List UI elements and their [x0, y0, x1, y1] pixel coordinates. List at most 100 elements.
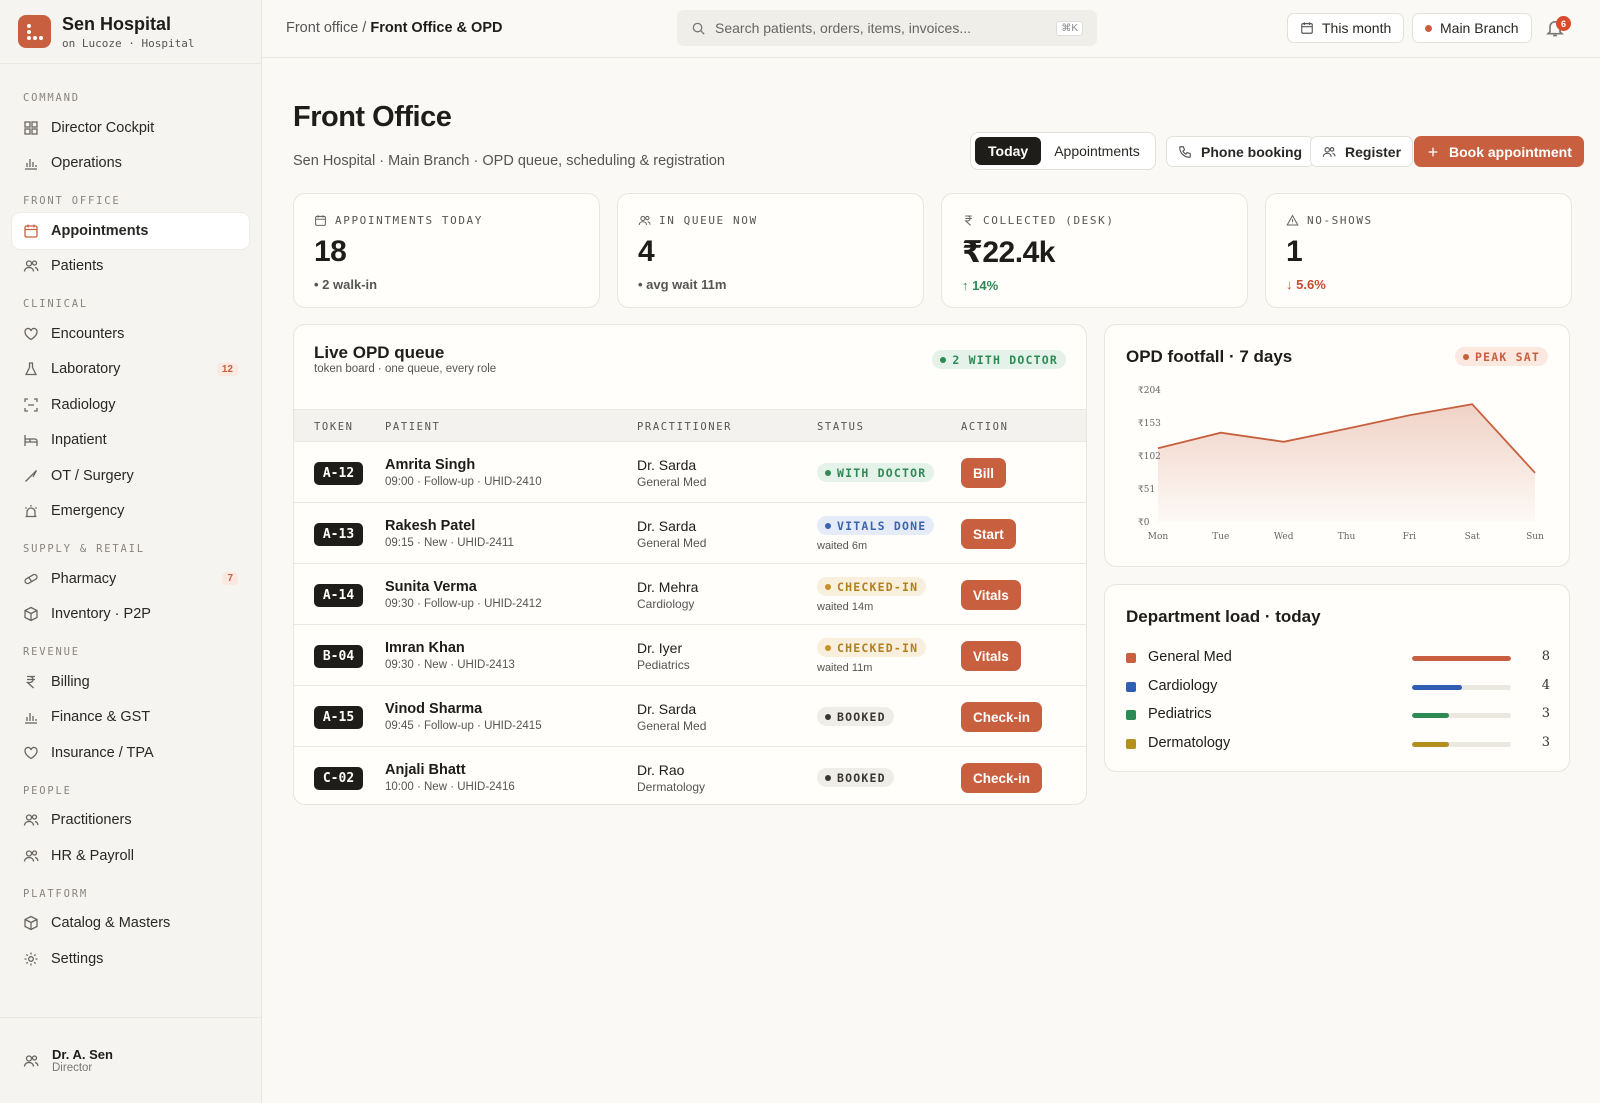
phone-booking-button[interactable]: Phone booking	[1166, 136, 1315, 167]
sidebar-item-radiology[interactable]: Radiology	[12, 387, 249, 423]
status-badge: CHECKED-IN	[817, 577, 927, 596]
queue-table-header: TOKEN PATIENT PRACTITIONER STATUS ACTION	[294, 409, 1086, 442]
book-appointment-button[interactable]: Book appointment	[1414, 136, 1584, 167]
register-button[interactable]: Register	[1310, 136, 1414, 167]
sidebar-item-catalog-masters[interactable]: Catalog & Masters	[12, 906, 249, 942]
practitioner-dept: General Med	[637, 719, 707, 733]
users-icon	[638, 214, 651, 227]
sidebar-item-pharmacy[interactable]: Pharmacy 7	[12, 561, 249, 597]
sidebar-item-encounters[interactable]: Encounters	[12, 316, 249, 352]
table-row[interactable]: B-04 Imran Khan 09:30 · New · UHID-2413 Dr.…	[294, 625, 1086, 686]
sidebar-item-inventory-p2p[interactable]: Inventory · P2P	[12, 597, 249, 633]
stat-label-text: NO-SHOWS	[1307, 214, 1373, 227]
x-tick-label: Sun	[1526, 532, 1544, 542]
user-profile[interactable]: Dr. A. Sen Director	[0, 1017, 261, 1103]
status-badge: BOOKED	[817, 768, 894, 787]
check-in-button[interactable]: Check-in	[961, 702, 1043, 732]
department-load-card: Department load · today General Med 8 Card…	[1104, 584, 1570, 772]
with-doctor-label: 2 WITH DOCTOR	[952, 352, 1058, 367]
sidebar-item-laboratory[interactable]: Laboratory 12	[12, 352, 249, 388]
patient-name[interactable]: Amrita Singh	[385, 457, 475, 473]
department-load-fill	[1412, 741, 1450, 747]
bullet-icon: •	[314, 277, 323, 292]
patient-name[interactable]: Vinod Sharma	[385, 701, 482, 717]
sidebar-item-label: Inventory · P2P	[51, 606, 151, 623]
sidebar-item-ot-surgery[interactable]: OT / Surgery	[12, 458, 249, 494]
patient-meta: 09:00 · Follow-up · UHID-2410	[385, 476, 542, 488]
branch-label: Main Branch	[1440, 20, 1519, 36]
bill-button[interactable]: Bill	[961, 458, 1007, 488]
bar-chart-icon	[23, 155, 39, 171]
table-row[interactable]: C-02 Anjali Bhatt 10:00 · New · UHID-2416 D…	[294, 747, 1086, 804]
practitioner-name: Dr. Sarda	[637, 457, 697, 473]
status-dot	[825, 644, 831, 651]
patient-name[interactable]: Imran Khan	[385, 640, 465, 656]
start-button[interactable]: Start	[961, 519, 1016, 549]
table-row[interactable]: A-12 Amrita Singh 09:00 · Follow-up · UHID…	[294, 442, 1086, 503]
department-count: 3	[1541, 706, 1550, 721]
department-swatch	[1126, 653, 1136, 663]
department-load-bar	[1412, 656, 1511, 661]
status-label: WITH DOCTOR	[837, 465, 927, 480]
practitioner-name: Dr. Iyer	[637, 640, 683, 656]
sidebar-item-insurance-tpa[interactable]: Insurance / TPA	[12, 735, 249, 771]
sidebar-item-label: Billing	[51, 673, 90, 690]
column-patient: PATIENT	[385, 421, 441, 433]
check-in-button[interactable]: Check-in	[961, 763, 1043, 793]
department-row-general-med: General Med 8	[1126, 647, 1550, 667]
sidebar-item-practitioners[interactable]: Practitioners	[12, 803, 249, 839]
sidebar-item-inpatient[interactable]: Inpatient	[12, 423, 249, 459]
stat-value: 18	[314, 235, 347, 268]
sidebar-item-finance-gst[interactable]: Finance & GST	[12, 700, 249, 736]
sidebar-item-appointments[interactable]: Appointments	[12, 213, 249, 249]
status-label: BOOKED	[837, 709, 886, 724]
search-placeholder: Search patients, orders, items, invoices…	[715, 20, 971, 36]
warning-icon	[1286, 214, 1299, 227]
scan-icon	[23, 397, 39, 413]
tab-today[interactable]: Today	[975, 137, 1042, 165]
branch-select[interactable]: Main Branch	[1412, 13, 1532, 43]
tab-appointments[interactable]: Appointments	[1041, 137, 1153, 165]
user-name: Dr. A. Sen	[52, 1047, 113, 1062]
practitioner-name: Dr. Rao	[637, 762, 685, 778]
department-swatch	[1126, 681, 1136, 692]
breadcrumb-parent[interactable]: Front office /	[286, 20, 370, 36]
box-icon	[23, 915, 39, 931]
department-load-bar	[1412, 684, 1511, 690]
stat-card-in-queue-now: IN QUEUE NOW 4 • avg wait 11m	[617, 193, 924, 308]
period-select[interactable]: This month	[1287, 13, 1405, 43]
sidebar-item-billing[interactable]: Billing	[12, 664, 249, 700]
department-count: 4	[1541, 677, 1550, 693]
scalpel-icon	[23, 468, 39, 484]
sidebar-item-operations[interactable]: Operations	[12, 146, 249, 182]
table-row[interactable]: A-13 Rakesh Patel 09:15 · New · UHID-2411 D…	[294, 503, 1086, 564]
practitioner-name: Dr. Mehra	[637, 579, 699, 595]
practitioner-name: Dr. Sarda	[637, 701, 697, 717]
sidebar-item-patients[interactable]: Patients	[12, 249, 249, 285]
status-badge: BOOKED	[817, 707, 894, 726]
column-token: TOKEN	[314, 421, 354, 433]
table-row[interactable]: A-15 Vinod Sharma 09:45 · Follow-up · UHID…	[294, 686, 1086, 747]
sidebar-item-director-cockpit[interactable]: Director Cockpit	[12, 110, 249, 146]
brand[interactable]: Sen Hospital on Lucoze · Hospital	[0, 0, 261, 64]
y-tick-label: ₹153	[1138, 419, 1161, 429]
sidebar-item-label: Patients	[51, 258, 104, 275]
vitals-button[interactable]: Vitals	[961, 641, 1021, 671]
token-badge: B-04	[314, 645, 363, 668]
sidebar-item-hr-payroll[interactable]: HR & Payroll	[12, 838, 249, 874]
search-input[interactable]: Search patients, orders, items, invoices…	[677, 10, 1097, 46]
patient-name[interactable]: Rakesh Patel	[385, 518, 475, 534]
table-row[interactable]: A-14 Sunita Verma 09:30 · Follow-up · UHID…	[294, 564, 1086, 625]
vitals-button[interactable]: Vitals	[961, 580, 1021, 610]
search-shortcut: ⌘K	[1056, 20, 1083, 36]
sidebar-item-label: Practitioners	[51, 812, 132, 829]
wait-time: waited 6m	[817, 540, 868, 552]
flask-icon	[23, 361, 39, 377]
arrow-up-icon: ↑	[962, 278, 973, 293]
sidebar-item-emergency[interactable]: Emergency	[12, 494, 249, 530]
patient-name[interactable]: Sunita Verma	[385, 579, 477, 595]
calendar-icon	[314, 214, 327, 227]
nav-section-label: COMMAND	[23, 92, 80, 104]
patient-name[interactable]: Anjali Bhatt	[385, 762, 466, 778]
sidebar-item-settings[interactable]: Settings	[12, 941, 249, 977]
